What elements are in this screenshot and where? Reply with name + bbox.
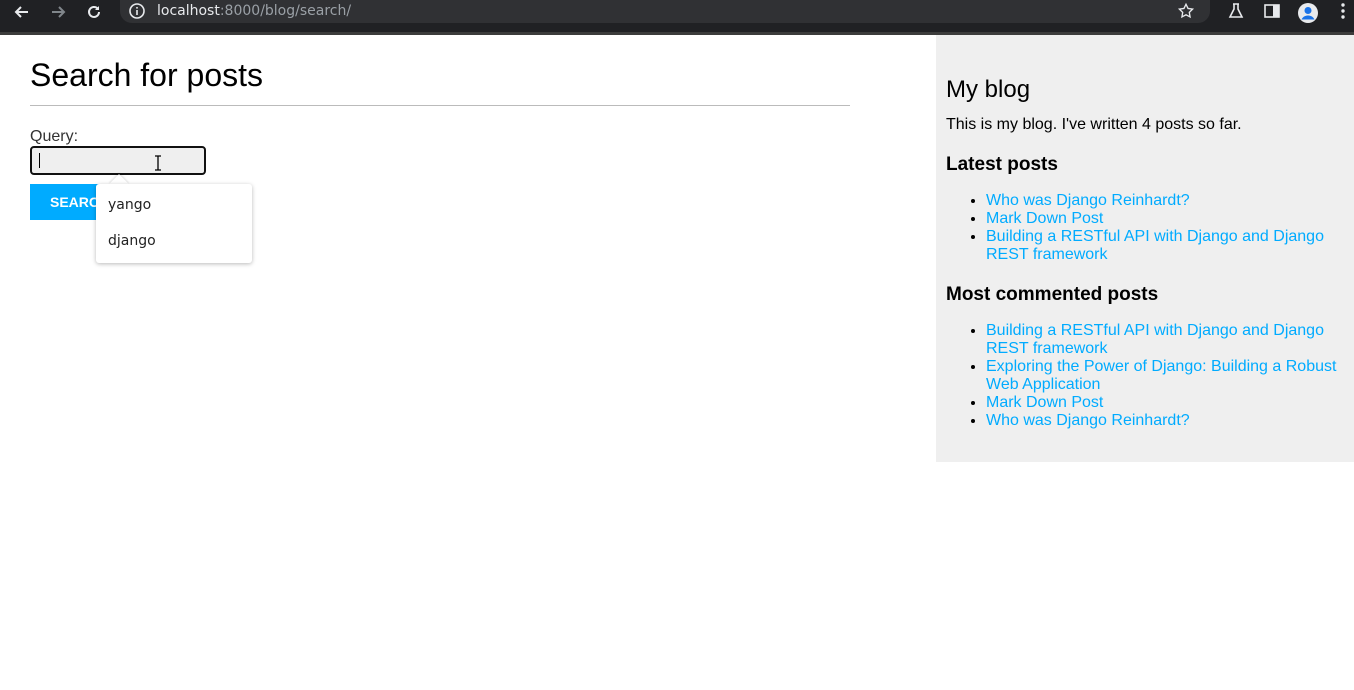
side-panel-icon[interactable] — [1263, 2, 1281, 25]
query-label: Query: — [30, 128, 79, 145]
latest-posts-heading: Latest posts — [946, 154, 1058, 175]
latest-post-link[interactable]: Mark Down Post — [986, 210, 1103, 227]
page-title: Search for posts — [30, 57, 850, 106]
sidebar-intro: This is my blog. I've written 4 posts so… — [946, 116, 1242, 133]
sidebar: My blog This is my blog. I've written 4 … — [936, 35, 1354, 462]
commented-post-link[interactable]: Building a RESTful API with Django and D… — [986, 322, 1324, 357]
query-input[interactable] — [30, 146, 206, 175]
most-commented-list: Building a RESTful API with Django and D… — [946, 322, 1344, 430]
latest-posts-list: Who was Django Reinhardt? Mark Down Post… — [946, 192, 1344, 264]
most-commented-heading: Most commented posts — [946, 284, 1159, 305]
list-item: Building a RESTful API with Django and D… — [986, 228, 1344, 264]
forward-icon[interactable] — [48, 2, 68, 22]
list-item: Building a RESTful API with Django and D… — [986, 322, 1344, 358]
address-bar[interactable]: localhost:8000/blog/search/ — [120, 0, 1210, 23]
ibeam-cursor-icon — [153, 155, 163, 176]
url-path: :8000/blog/search/ — [219, 3, 352, 19]
labs-flask-icon[interactable] — [1227, 2, 1245, 25]
list-item: Who was Django Reinhardt? — [986, 192, 1344, 210]
latest-post-link[interactable]: Building a RESTful API with Django and D… — [986, 228, 1324, 263]
url-text: localhost:8000/blog/search/ — [157, 3, 351, 19]
back-icon[interactable] — [12, 2, 32, 22]
menu-kebab-icon[interactable] — [1338, 2, 1348, 25]
commented-post-link[interactable]: Exploring the Power of Django: Building … — [986, 358, 1336, 393]
autocomplete-dropdown: yango django — [96, 184, 252, 263]
list-item: Mark Down Post — [986, 394, 1344, 412]
profile-avatar-icon[interactable] — [1297, 2, 1319, 29]
reload-icon[interactable] — [84, 2, 104, 22]
main-content: Search for posts Query: SEARCH — [30, 35, 850, 220]
autocomplete-option-yango[interactable]: yango — [96, 187, 252, 223]
text-caret — [39, 153, 40, 168]
url-host: localhost — [157, 3, 220, 19]
commented-post-link[interactable]: Mark Down Post — [986, 394, 1103, 411]
list-item: Who was Django Reinhardt? — [986, 412, 1344, 430]
site-info-icon[interactable] — [128, 2, 146, 25]
commented-post-link[interactable]: Who was Django Reinhardt? — [986, 412, 1190, 429]
latest-post-link[interactable]: Who was Django Reinhardt? — [986, 192, 1190, 209]
list-item: Exploring the Power of Django: Building … — [986, 358, 1344, 394]
browser-toolbar: localhost:8000/blog/search/ — [0, 0, 1354, 35]
list-item: Mark Down Post — [986, 210, 1344, 228]
autocomplete-option-django[interactable]: django — [96, 223, 252, 259]
bookmark-star-icon[interactable] — [1177, 2, 1195, 25]
sidebar-title: My blog — [946, 76, 1031, 103]
